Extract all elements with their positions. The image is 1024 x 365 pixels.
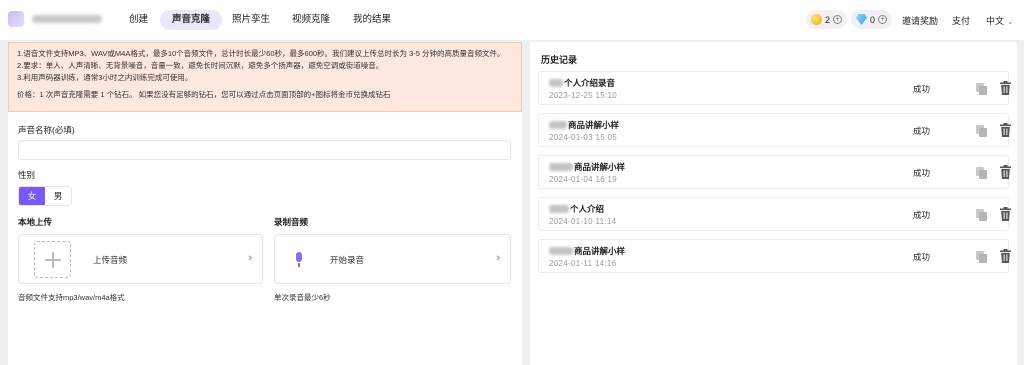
history-item-status: 成功 bbox=[913, 84, 931, 94]
copy-icon[interactable] bbox=[976, 209, 988, 221]
diamond-count: 0 bbox=[870, 14, 876, 25]
history-item[interactable]: 商品讲解小样 2024-01-11 14:16 成功 bbox=[538, 239, 1011, 273]
coin-count: 2 bbox=[825, 14, 831, 25]
tab-create[interactable]: 创建 bbox=[117, 10, 160, 30]
copy-icon[interactable] bbox=[976, 83, 988, 95]
trash-icon[interactable] bbox=[1000, 165, 1011, 179]
chevron-down-icon: ⌄ bbox=[1007, 17, 1014, 26]
gender-label: 性别 bbox=[18, 170, 36, 180]
copy-icon[interactable] bbox=[976, 251, 988, 263]
history-item-date: 2024-01-03 15:05 bbox=[549, 133, 617, 142]
redacted-text bbox=[549, 121, 567, 129]
notice-line-1: 1.语音文件支持MP3、WAV或M4A格式，最多10个音频文件，总计时长最少60… bbox=[17, 49, 505, 58]
history-item-name: 商品讲解小样 bbox=[568, 120, 620, 130]
gender-female-option[interactable]: 女 bbox=[19, 187, 45, 205]
history-title: 历史记录 bbox=[541, 55, 578, 65]
notice-line-3: 3.利用声码器训练，通常3小时之内训练完成可使用。 bbox=[17, 73, 193, 82]
tab-photo-twin[interactable]: 照片孪生 bbox=[220, 10, 282, 30]
trash-icon[interactable] bbox=[1000, 123, 1011, 137]
notice-banner: 1.语音文件支持MP3、WAV或M4A格式，最多10个音频文件，总计时长最少60… bbox=[8, 42, 522, 112]
chevron-right-icon: › bbox=[248, 252, 252, 264]
record-min-hint: 单次录音最少6秒 bbox=[274, 293, 331, 302]
plus-icon bbox=[34, 241, 71, 278]
language-selector[interactable]: 中文 ⌄ bbox=[986, 14, 1014, 27]
app-name-redacted bbox=[32, 15, 102, 23]
history-item-name: 商品讲解小样 bbox=[574, 162, 626, 172]
diamond-balance[interactable]: 0 + bbox=[851, 10, 893, 29]
record-audio-label: 录制音频 bbox=[274, 217, 309, 227]
upload-audio-card[interactable]: 上传音频 › bbox=[18, 234, 263, 284]
history-item-status: 成功 bbox=[913, 252, 931, 262]
redacted-text bbox=[549, 205, 569, 213]
microphone-icon bbox=[296, 252, 302, 267]
history-item-status: 成功 bbox=[913, 126, 931, 136]
voice-name-label: 声音名称(必填) bbox=[18, 125, 75, 135]
history-item-name: 个人介绍录音 bbox=[564, 78, 616, 88]
diamond-icon bbox=[856, 14, 867, 25]
notice-price: 价格：1 次声音克隆需要 1 个钻石。 如果您没有足够的钻石，您可以通过点击页面… bbox=[17, 90, 391, 99]
history-item[interactable]: 商品讲解小样 2024-01-04 16:19 成功 bbox=[538, 155, 1011, 189]
history-item-date: 2024-01-04 16:19 bbox=[549, 175, 617, 184]
copy-icon[interactable] bbox=[976, 125, 988, 137]
coin-balance[interactable]: 2 + bbox=[806, 10, 848, 29]
top-nav: 创建 声音克隆 照片孪生 视频克隆 我的结果 2 + 0 + 邀请奖励 支付 中… bbox=[0, 0, 1024, 40]
redacted-text bbox=[549, 79, 563, 87]
invite-rewards-link[interactable]: 邀请奖励 bbox=[902, 14, 938, 27]
gender-toggle: 女 男 bbox=[18, 186, 72, 206]
trash-icon[interactable] bbox=[1000, 207, 1011, 221]
tab-video-clone[interactable]: 视频克隆 bbox=[280, 10, 342, 30]
upload-audio-label: 上传音频 bbox=[93, 255, 128, 265]
history-item-status: 成功 bbox=[913, 210, 931, 220]
history-item[interactable]: 个人介绍录音 2023-12-25 15:10 成功 bbox=[538, 71, 1011, 105]
start-recording-card[interactable]: 开始录音 › bbox=[274, 234, 511, 284]
history-item-name: 商品讲解小样 bbox=[574, 246, 626, 256]
chevron-right-icon: › bbox=[496, 252, 500, 264]
trash-icon[interactable] bbox=[1000, 249, 1011, 263]
language-label: 中文 bbox=[986, 16, 1005, 26]
plus-circle-icon[interactable]: + bbox=[833, 15, 843, 24]
plus-circle-icon[interactable]: + bbox=[878, 15, 888, 24]
history-item-status: 成功 bbox=[913, 168, 931, 178]
start-recording-label: 开始录音 bbox=[330, 255, 365, 265]
trash-icon[interactable] bbox=[1000, 81, 1011, 95]
history-item[interactable]: 个人介绍 2024-01-10 11:14 成功 bbox=[538, 197, 1011, 231]
redacted-text bbox=[549, 247, 573, 255]
copy-icon[interactable] bbox=[976, 167, 988, 179]
local-upload-label: 本地上传 bbox=[18, 217, 53, 227]
history-item-date: 2024-01-10 11:14 bbox=[549, 217, 617, 226]
history-item-name: 个人介绍 bbox=[570, 204, 605, 214]
gender-male-option[interactable]: 男 bbox=[45, 187, 71, 205]
coin-icon bbox=[811, 14, 822, 25]
tab-voice-clone[interactable]: 声音克隆 bbox=[160, 10, 223, 30]
logo-icon bbox=[8, 11, 24, 27]
app-logo[interactable] bbox=[8, 11, 102, 27]
redacted-text bbox=[549, 163, 573, 171]
history-item[interactable]: 商品讲解小样 2024-01-03 15:05 成功 bbox=[538, 113, 1011, 147]
history-item-date: 2024-01-11 14:16 bbox=[549, 259, 617, 268]
notice-line-2: 2.要求：单人、人声清晰、无背景噪音，音量一致，避免长时间沉默，避免多个扬声器，… bbox=[17, 61, 384, 70]
upload-format-hint: 音频文件支持mp3/wav/m4a格式 bbox=[18, 293, 125, 302]
voice-clone-form: 1.语音文件支持MP3、WAV或M4A格式，最多10个音频文件，总计时长最少60… bbox=[8, 42, 522, 365]
voice-name-input[interactable] bbox=[18, 140, 511, 160]
history-item-date: 2023-12-25 15:10 bbox=[549, 91, 617, 100]
tab-my-results[interactable]: 我的结果 bbox=[341, 10, 403, 30]
pay-link[interactable]: 支付 bbox=[952, 14, 970, 27]
history-panel: 历史记录 个人介绍录音 2023-12-25 15:10 成功 商品讲解小样 2… bbox=[530, 42, 1017, 365]
